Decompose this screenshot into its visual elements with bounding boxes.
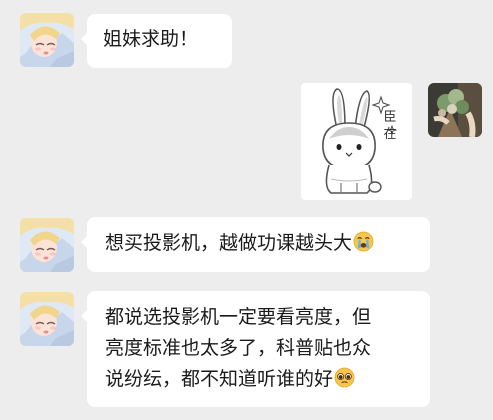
friend-avatar[interactable] [20,218,74,272]
bubble-tail [81,310,87,322]
bubble-tail [81,33,87,45]
sticker-char: 在 [383,127,397,142]
sticker-caption: 臣 在 [382,109,398,143]
anime-girl-avatar-icon [20,13,74,67]
message-text: 想买投影机，越做功课越头大 [105,232,353,254]
crying-emoji-icon [353,231,374,252]
friend-avatar[interactable] [20,13,74,67]
bouquet-avatar-icon [428,83,482,137]
message-bubble-3[interactable]: 想买投影机，越做功课越头大 [81,217,430,272]
my-avatar[interactable] [428,83,482,137]
pleading-emoji-icon [334,367,355,388]
message-text: 都说选投影机一定要看亮度，但 亮度标准也太多了，科普贴也众 说纷纭，都不知道听谁… [105,306,372,390]
anime-girl-avatar-icon [20,292,74,346]
message-bubble-1[interactable]: 姐妹求助！ [81,14,232,68]
message-text: 姐妹求助！ [103,28,199,50]
friend-avatar[interactable] [20,292,74,346]
sticker-char: 臣 [383,110,397,125]
bubble-tail [81,236,87,248]
anime-girl-avatar-icon [20,218,74,272]
bunny-sticker[interactable]: 臣 在 [301,83,412,200]
message-bubble-4[interactable]: 都说选投影机一定要看亮度，但 亮度标准也太多了，科普贴也众 说纷纭，都不知道听谁… [81,291,430,407]
